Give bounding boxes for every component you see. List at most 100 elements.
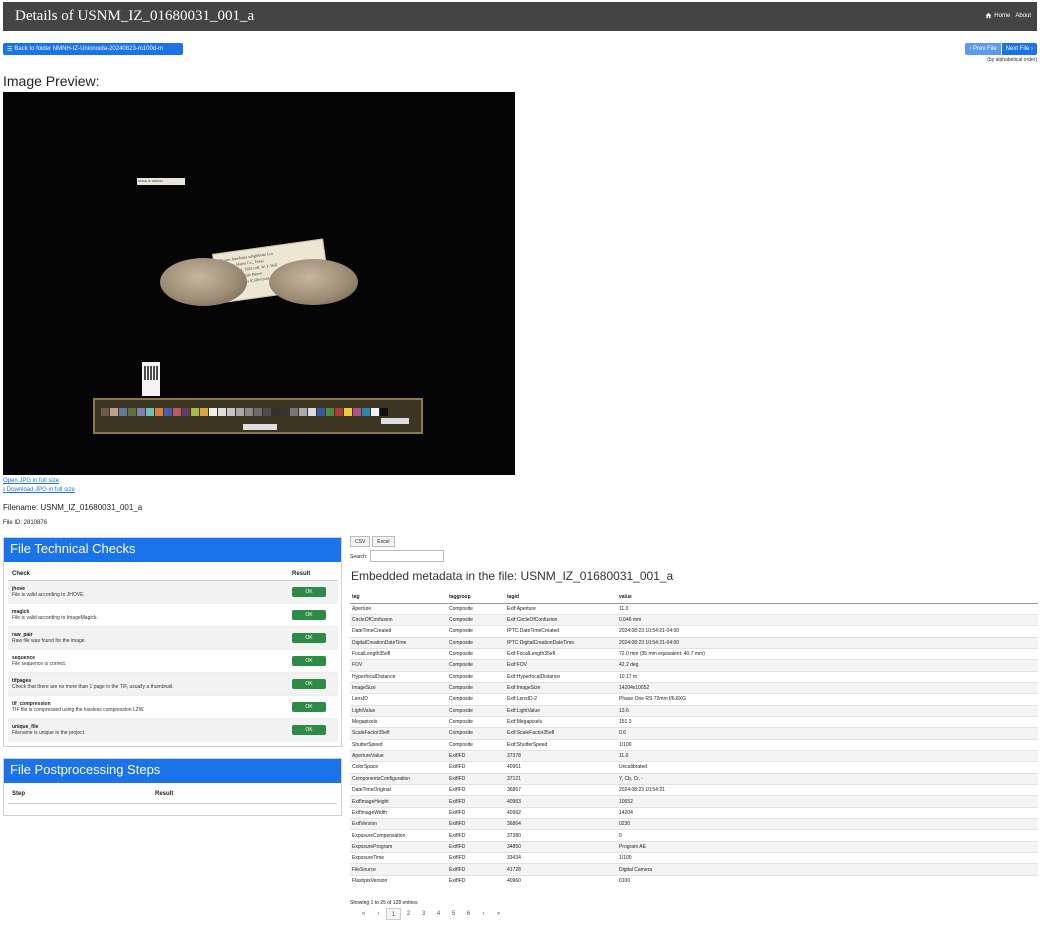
value-cell: Phase One RS 72mm f/6.8XG (617, 693, 1038, 706)
page-link[interactable]: ‹ (371, 908, 386, 920)
result-cell: OK (288, 626, 338, 650)
tagid-cell: Exif:Megapixels (505, 715, 617, 728)
download-jpg-link[interactable]: ⭳ Download JPG in full size (3, 486, 75, 495)
taggroup-cell: ExifIFD (447, 863, 505, 876)
value-cell: 10652 (617, 795, 1038, 808)
page-link[interactable]: › (476, 908, 491, 920)
taggroup-cell: ExifIFD (447, 761, 505, 774)
home-link[interactable]: Home (985, 12, 1010, 19)
tagid-cell: 33434 (505, 852, 617, 864)
tagid-cell: 37380 (505, 829, 617, 842)
table-row: FlashpixVersion ExifIFD 40960 0100 (350, 874, 1038, 887)
tagid-cell: Exif:CircleOfConfusion (505, 613, 617, 626)
tag-cell: ComponentsConfiguration (350, 772, 447, 785)
taggroup-cell: Composite (447, 613, 505, 626)
page-link[interactable]: 6 (461, 908, 476, 920)
taggroup-cell: Composite (447, 727, 505, 740)
table-row: CircleOfConfusion Composite Exif:CircleOfC… (350, 613, 1038, 626)
value-column-header[interactable]: value (617, 592, 1038, 604)
page-link[interactable]: 3 (416, 908, 431, 920)
color-calibration-card (93, 398, 423, 434)
tagid-cell: Exif:ScaleFactor35efl (505, 727, 617, 740)
tagid-cell: 36864 (505, 818, 617, 830)
taggroup-cell: ExifIFD (447, 829, 505, 842)
table-row: ComponentsConfiguration ExifIFD 37121 Y, Cb… (350, 772, 1038, 785)
ok-result-badge[interactable]: OK (292, 725, 326, 736)
taggroup-cell: ExifIFD (447, 852, 505, 864)
image-preview-heading: Image Preview: (3, 73, 100, 89)
result-cell: OK (288, 580, 338, 604)
ok-result-badge[interactable]: OK (292, 633, 326, 643)
tagid-cell: Exif:LightValue (505, 704, 617, 717)
ok-result-badge[interactable]: OK (292, 679, 326, 689)
card-inner-label (243, 424, 277, 430)
check-description: File sequence is correct. (12, 661, 67, 667)
table-info: Showing 1 to 25 of 128 entries (350, 900, 418, 906)
tagid-cell: Exif:ShutterSpeed (505, 738, 617, 751)
tagid-cell: 40960 (505, 874, 617, 887)
result-cell: OK (288, 603, 338, 627)
table-row: FileSource ExifIFD 41728 Digital Camera (350, 863, 1038, 876)
csv-export-button[interactable]: CSV (350, 536, 371, 547)
page-link[interactable]: « (356, 908, 371, 920)
tag-cell: Aperture (350, 602, 447, 615)
tagid-cell: IPTC:DateTimeCreated (505, 625, 617, 638)
value-cell: 10.17 m (617, 670, 1038, 683)
page-link[interactable]: 5 (446, 908, 461, 920)
open-jpg-link[interactable]: Open JPG in full size (3, 477, 75, 486)
tagid-cell: IPTC:DigitalCreationDateTime (505, 636, 617, 649)
tag-cell: DateTimeOriginal (350, 783, 447, 796)
checks-panel-title: File Technical Checks (4, 538, 341, 562)
tag-cell: HyperfocalDistance (350, 670, 447, 683)
page-link[interactable]: 1 (386, 908, 401, 920)
tagid-cell: Exif:FocalLength35efl (505, 647, 617, 660)
next-file-button[interactable]: Next File › (1001, 43, 1037, 55)
file-postprocessing-panel: File Postprocessing Steps Step Result (3, 758, 342, 816)
excel-export-button[interactable]: Excel (372, 536, 395, 547)
about-link[interactable]: About (1015, 13, 1031, 19)
ok-result-badge[interactable]: OK (292, 610, 326, 620)
value-cell: 1/100 (617, 852, 1038, 864)
tag-column-header[interactable]: tag (350, 592, 447, 604)
value-cell: 2024:08:23 10:54:21 (617, 783, 1038, 796)
table-row: DateTimeCreated Composite IPTC:DateTimeCre… (350, 625, 1038, 638)
table-row: ExposureTime ExifIFD 33434 1/100 (350, 852, 1038, 864)
metadata-search-input[interactable] (370, 550, 444, 562)
file-id-text: File ID: 2810876 (3, 520, 48, 526)
page-link[interactable]: 4 (431, 908, 446, 920)
page-link[interactable]: » (491, 908, 506, 920)
list-icon: ☰ (7, 46, 13, 53)
check-description: File is valid according to JHOVE. (12, 592, 85, 598)
ok-result-badge[interactable]: OK (292, 656, 326, 666)
taggroup-column-header[interactable]: taggroup (447, 592, 505, 604)
tag-cell: ExifVersion (350, 818, 447, 830)
back-to-folder-label: Back to folder NMNH-IZ-Unionoida-2024082… (14, 46, 164, 52)
value-cell: 1/100 (617, 738, 1038, 751)
taggroup-cell: Composite (447, 647, 505, 660)
tag-cell: FileSource (350, 863, 447, 876)
value-cell: 72.0 mm (35 mm equivalent: 40.7 mm) (617, 647, 1038, 660)
ok-result-badge[interactable]: OK (292, 587, 326, 597)
tagid-cell: 40963 (505, 795, 617, 808)
card-corner-label (381, 418, 409, 424)
tagid-cell: Exif:ImageSize (505, 681, 617, 694)
page-link[interactable]: 2 (401, 908, 416, 920)
ok-result-badge[interactable]: OK (292, 702, 326, 712)
tagid-cell: 40961 (505, 761, 617, 774)
divider (8, 803, 337, 804)
postprocessing-header-row: Step Result (4, 783, 341, 797)
postprocessing-result-column-header: Result (155, 791, 174, 797)
table-row: ApertureValue ExifIFD 37378 11.0 (350, 749, 1038, 762)
download-jpg-label: Download JPG in full size (6, 487, 75, 493)
value-cell: 14204x10652 (617, 681, 1038, 694)
check-cell: tifpages Check that there are no more tha… (8, 672, 288, 696)
back-to-folder-button[interactable]: ☰ Back to folder NMNH-IZ-Unionoida-20240… (3, 43, 183, 55)
color-swatches (101, 408, 389, 416)
specimen-image[interactable]: NMNH IZ 1680031 Name: Anodonta subgibbos… (3, 92, 515, 475)
tagid-cell: 41728 (505, 863, 617, 876)
prev-file-button[interactable]: ‹ Prev File (965, 43, 1001, 55)
taggroup-cell: ExifIFD (447, 783, 505, 796)
tag-cell: FocalLength35efl (350, 647, 447, 660)
tagid-column-header[interactable]: tagid (505, 592, 617, 604)
table-row: ExifImageWidth ExifIFD 40962 14204 (350, 806, 1038, 819)
